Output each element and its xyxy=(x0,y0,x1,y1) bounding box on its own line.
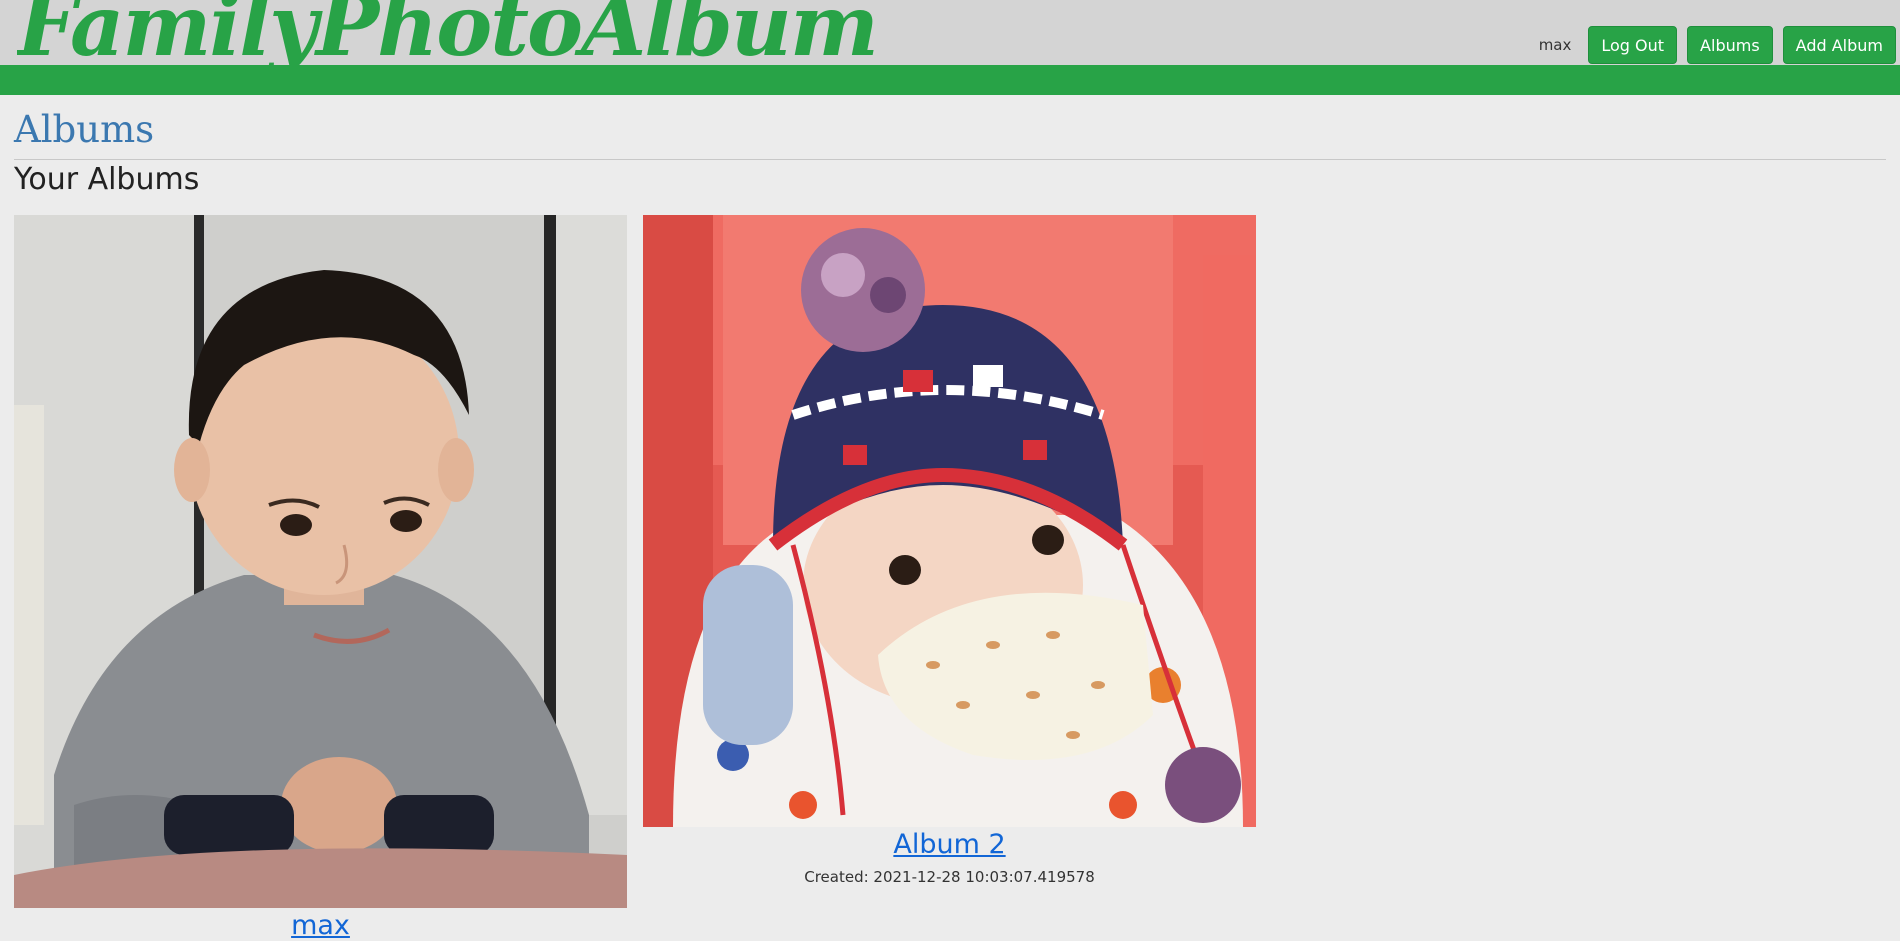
album-title-link[interactable]: Album 2 xyxy=(643,829,1256,860)
title-divider xyxy=(14,159,1886,160)
header-accent-bar xyxy=(0,65,1900,95)
page-title: Albums xyxy=(14,108,155,151)
logout-button[interactable]: Log Out xyxy=(1588,26,1678,64)
header-nav: max Log Out Albums Add Album xyxy=(1539,26,1896,64)
album-cover-photo[interactable] xyxy=(643,215,1256,827)
albums-button[interactable]: Albums xyxy=(1687,26,1773,64)
brand-logo[interactable]: FamilyPhotoAlbum xyxy=(17,0,877,65)
top-header: FamilyPhotoAlbum max Log Out Albums Add … xyxy=(0,0,1900,65)
album-card: Album 2 Created: 2021-12-28 10:03:07.419… xyxy=(643,215,1256,886)
album-card: max xyxy=(14,215,627,941)
album-title-link[interactable]: max xyxy=(14,910,627,941)
username-label: max xyxy=(1538,36,1572,54)
album-created-date: Created: 2021-12-28 10:03:07.419578 xyxy=(804,868,1095,886)
add-album-button[interactable]: Add Album xyxy=(1782,26,1896,64)
album-cover-photo[interactable] xyxy=(14,215,627,908)
section-title: Your Albums xyxy=(14,162,200,197)
